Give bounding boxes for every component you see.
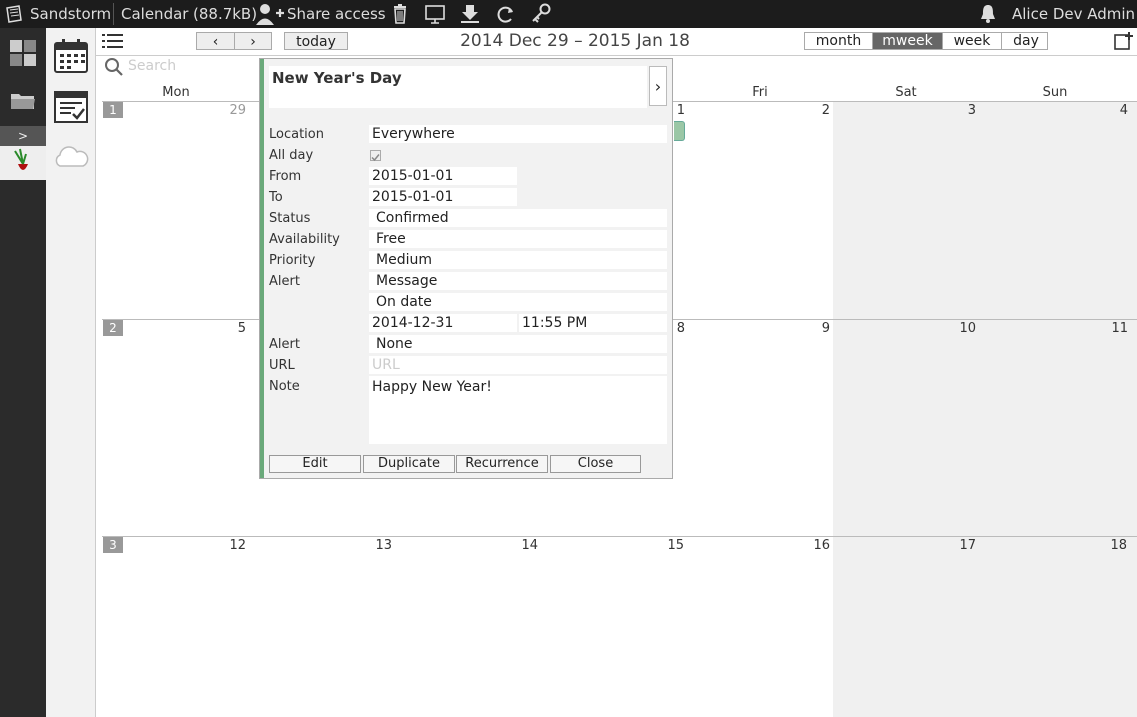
alert-type-select[interactable]: Message — [369, 272, 667, 290]
trash-icon[interactable] — [391, 0, 409, 28]
event-popup: New Year's Day › Location Everywhere All… — [259, 58, 673, 479]
alert2-select[interactable]: None — [369, 335, 667, 353]
day-number[interactable]: 17 — [936, 538, 976, 553]
event-chip[interactable] — [674, 121, 685, 141]
next-button[interactable]: › — [234, 32, 272, 50]
view-switcher: month mweek week day — [804, 32, 1048, 50]
share-access-button[interactable]: Share access — [287, 0, 386, 28]
availability-label: Availability — [269, 232, 340, 247]
close-button[interactable]: Close — [550, 455, 641, 473]
week-number[interactable]: 1 — [103, 102, 123, 118]
restart-icon[interactable] — [494, 0, 516, 28]
alert-date-field[interactable]: 2014-12-31 — [369, 314, 517, 332]
search-input[interactable]: Search — [128, 58, 176, 74]
expand-sidebar-button[interactable]: > — [0, 126, 46, 146]
note-label: Note — [269, 379, 300, 394]
day-number[interactable]: 10 — [936, 321, 976, 336]
location-label: Location — [269, 127, 324, 142]
event-title: New Year's Day — [272, 69, 402, 87]
notifications-bell-icon[interactable] — [978, 0, 998, 28]
recurrence-button[interactable]: Recurrence — [456, 455, 548, 473]
weekend-background — [833, 101, 1137, 717]
download-icon[interactable] — [459, 0, 481, 28]
divider — [113, 3, 114, 25]
duplicate-button[interactable]: Duplicate — [363, 455, 455, 473]
new-event-icon[interactable] — [1114, 31, 1134, 55]
alert-when-select[interactable]: On date — [369, 293, 667, 311]
day-number[interactable]: 11 — [1088, 321, 1128, 336]
view-month-button[interactable]: month — [805, 33, 873, 49]
priority-label: Priority — [269, 253, 316, 268]
to-label: To — [269, 190, 283, 205]
prev-button[interactable]: ‹ — [196, 32, 235, 50]
day-number[interactable]: 9 — [790, 321, 830, 336]
day-number[interactable]: 29 — [206, 103, 246, 118]
user-menu[interactable]: Alice Dev Admin ▾ — [1012, 0, 1137, 28]
week-number[interactable]: 3 — [103, 537, 123, 553]
menu-list-icon[interactable] — [102, 33, 124, 53]
search-icon[interactable] — [104, 57, 124, 81]
day-number[interactable]: 2 — [790, 103, 830, 118]
priority-select[interactable]: Medium — [369, 251, 667, 269]
today-button[interactable]: today — [284, 32, 348, 50]
folder-icon[interactable] — [10, 90, 36, 116]
view-week-button[interactable]: week — [943, 33, 1002, 49]
alert-time-field[interactable]: 11:55 PM — [519, 314, 667, 332]
day-number[interactable]: 12 — [206, 538, 246, 553]
allday-label: All day — [269, 148, 314, 163]
day-number[interactable]: 18 — [1087, 538, 1127, 553]
status-select[interactable]: Confirmed — [369, 209, 667, 227]
calendar-sidebar — [46, 28, 96, 717]
day-number[interactable]: 4 — [1088, 103, 1128, 118]
sandstorm-brand[interactable]: Sandstorm — [30, 0, 111, 28]
sandstorm-topbar: Sandstorm Calendar (88.7kB) Share access… — [0, 0, 1137, 28]
sandstorm-logo-icon[interactable] — [6, 0, 22, 28]
calendar-icon[interactable] — [53, 38, 89, 78]
day-number[interactable]: 14 — [498, 538, 538, 553]
day-number[interactable]: 15 — [644, 538, 684, 553]
to-date-field[interactable]: 2015-01-01 — [369, 188, 517, 206]
from-date-field[interactable]: 2015-01-01 — [369, 167, 517, 185]
day-header-sun: Sun — [1042, 85, 1068, 100]
week-number[interactable]: 2 — [103, 320, 123, 336]
calendar-app-icon[interactable] — [0, 146, 46, 180]
next-event-button[interactable]: › — [649, 66, 667, 106]
edit-button[interactable]: Edit — [269, 455, 361, 473]
webkey-icon[interactable] — [424, 0, 446, 28]
day-number[interactable]: 13 — [352, 538, 392, 553]
location-field[interactable]: Everywhere — [369, 125, 667, 143]
day-header-sat: Sat — [895, 85, 917, 100]
url-input[interactable]: URL — [369, 356, 667, 374]
app-size: (88.7kB) — [193, 5, 258, 23]
date-range-title: 2014 Dec 29 – 2015 Jan 18 — [460, 31, 690, 51]
event-color-bar — [260, 59, 264, 478]
from-label: From — [269, 169, 302, 184]
view-day-button[interactable]: day — [1002, 33, 1050, 49]
grid-icon[interactable] — [10, 40, 36, 66]
note-textarea[interactable]: Happy New Year! — [369, 376, 667, 444]
availability-select[interactable]: Free — [369, 230, 667, 248]
day-number[interactable]: 16 — [790, 538, 830, 553]
allday-checkbox[interactable] — [370, 150, 381, 162]
share-access-icon[interactable] — [255, 0, 285, 28]
tasks-icon[interactable] — [53, 90, 89, 128]
week-divider — [102, 536, 1137, 537]
status-label: Status — [269, 211, 311, 226]
day-number[interactable]: 5 — [206, 321, 246, 336]
day-number[interactable]: 3 — [936, 103, 976, 118]
sandstorm-sidebar: > — [0, 28, 46, 717]
alert-label: Alert — [269, 274, 300, 289]
url-label: URL — [269, 358, 295, 373]
day-header-mon: Mon — [162, 85, 190, 100]
view-mweek-button[interactable]: mweek — [873, 33, 943, 49]
cloud-icon[interactable] — [52, 144, 90, 174]
alert2-label: Alert — [269, 337, 300, 352]
day-header-fri: Fri — [752, 85, 768, 100]
app-title: Calendar — [121, 5, 189, 23]
key-icon[interactable] — [530, 0, 552, 28]
